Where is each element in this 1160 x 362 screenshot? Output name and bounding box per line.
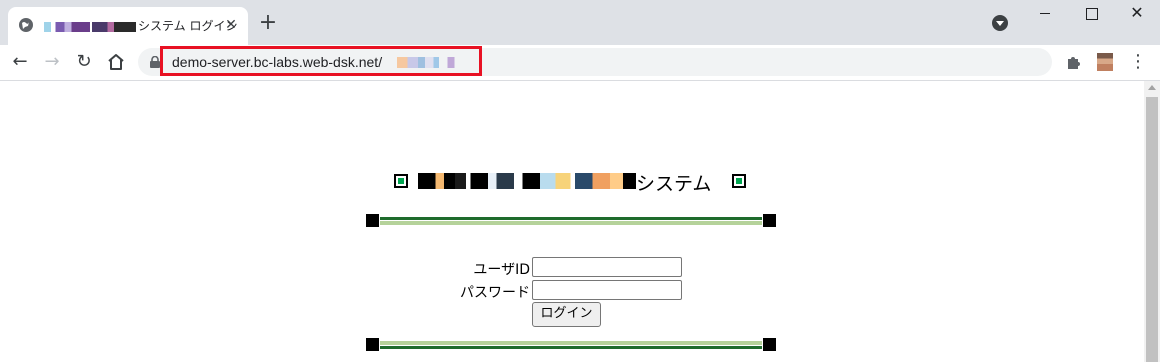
new-tab-button[interactable]: + <box>257 12 279 34</box>
page-title: システム <box>392 169 752 195</box>
title-redacted <box>418 173 636 189</box>
maximize-button[interactable] <box>1068 0 1114 28</box>
user-id-input[interactable] <box>532 257 682 277</box>
tab-title-redacted <box>92 21 136 32</box>
divider-cap-icon <box>763 338 776 351</box>
reload-icon[interactable]: ↻ <box>72 50 96 74</box>
scroll-up-arrow-icon[interactable] <box>1148 85 1156 90</box>
header-divider <box>366 214 776 228</box>
minimize-button[interactable] <box>1022 0 1068 28</box>
tab-title: システム ログイン <box>44 17 237 34</box>
divider-line <box>380 341 762 345</box>
divider-cap-icon <box>366 214 379 227</box>
tab-strip: システム ログイン ✕ + ✕ <box>0 0 1160 45</box>
close-tab-icon[interactable]: ✕ <box>222 16 240 34</box>
password-input[interactable] <box>532 280 682 300</box>
divider-line <box>380 221 762 225</box>
vertical-scrollbar[interactable] <box>1144 81 1160 362</box>
kebab-menu-icon[interactable]: ⋮ <box>1128 51 1148 73</box>
globe-icon <box>19 18 33 32</box>
scrollbar-thumb[interactable] <box>1146 97 1158 362</box>
tab-title-redacted <box>44 21 90 32</box>
url-highlight-box <box>160 46 482 76</box>
divider-line <box>380 346 762 349</box>
title-text: システム <box>636 173 712 195</box>
title-bullet-icon <box>394 174 408 188</box>
divider-cap-icon <box>366 338 379 351</box>
extensions-puzzle-icon[interactable] <box>1064 52 1084 72</box>
page-viewport: システム ユーザID パスワード ログイン <box>0 81 1144 362</box>
user-id-label: ユーザID <box>473 262 530 278</box>
title-bullet-icon <box>732 174 746 188</box>
divider-cap-icon <box>763 214 776 227</box>
divider-line <box>380 217 762 220</box>
close-window-button[interactable]: ✕ <box>1114 0 1160 28</box>
lock-icon <box>150 56 160 68</box>
tab-search-icon[interactable] <box>992 15 1008 31</box>
browser-tab[interactable]: システム ログイン ✕ <box>8 7 248 45</box>
profile-avatar[interactable] <box>1097 53 1113 71</box>
browser-toolbar: ← → ↻ demo-server.bc-labs.web-dsk.net/ ☆… <box>0 45 1160 81</box>
home-icon[interactable] <box>104 50 128 74</box>
login-button[interactable]: ログイン <box>532 302 601 327</box>
forward-arrow-icon[interactable]: → <box>40 50 64 74</box>
footer-divider <box>366 338 776 352</box>
back-arrow-icon[interactable]: ← <box>8 50 32 74</box>
password-label: パスワード <box>460 285 530 301</box>
